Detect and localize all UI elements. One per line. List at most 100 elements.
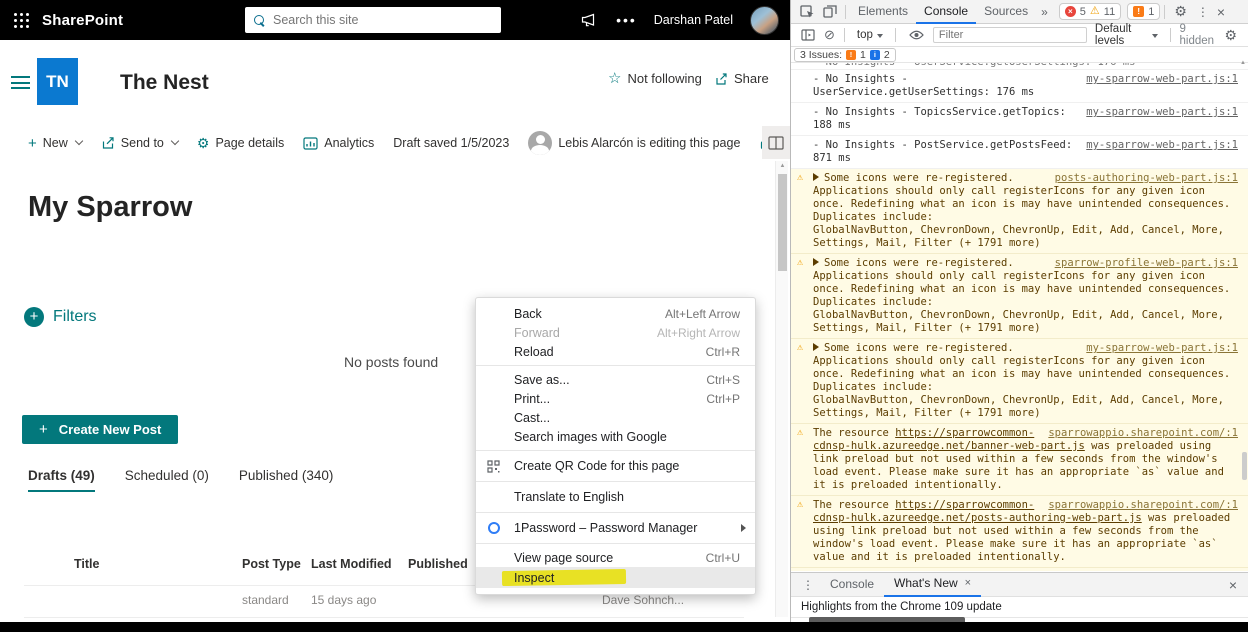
analytics-button[interactable]: Analytics: [303, 136, 374, 150]
console-warning-message: ⚠ sparrowappio.sharepoint.com/:1 The res…: [791, 568, 1248, 571]
javascript-context-select[interactable]: top: [854, 29, 886, 41]
console-message: my-sparrow-web-part.js:1 - No Insights -…: [791, 136, 1248, 169]
column-post-type[interactable]: Post Type: [242, 557, 301, 571]
source-link[interactable]: my-sparrow-web-part.js:1: [1086, 73, 1238, 86]
source-link[interactable]: sparrowappio.sharepoint.com/:1: [1048, 427, 1238, 440]
console-sidebar-icon[interactable]: [797, 29, 819, 41]
source-link[interactable]: my-sparrow-web-part.js:1: [1086, 139, 1238, 152]
megaphone-icon[interactable]: [580, 12, 599, 29]
tab-console[interactable]: Console: [916, 0, 977, 24]
menu-item-view-page-source[interactable]: View page source Ctrl+U: [476, 548, 755, 567]
warning-icon: ⚠: [797, 427, 804, 438]
menu-item-inspect[interactable]: Inspect: [476, 567, 755, 588]
send-to-button[interactable]: Send to: [101, 136, 180, 150]
console-warning-message: ⚠ sparrowappio.sharepoint.com/:1 The res…: [791, 496, 1248, 568]
source-link[interactable]: my-sparrow-web-part.js:1: [1086, 342, 1238, 355]
table-row[interactable]: standard 15 days ago Dave Sohnch...: [0, 593, 790, 609]
plus-icon: +: [28, 134, 37, 152]
column-published[interactable]: Published: [408, 557, 468, 571]
scroll-up-arrow-icon[interactable]: ▲: [1240, 60, 1246, 66]
user-avatar[interactable]: [750, 5, 779, 35]
column-last-modified[interactable]: Last Modified: [311, 557, 392, 571]
menu-item-back[interactable]: Back Alt+Left Arrow: [476, 304, 755, 323]
hub-nav-menu-icon[interactable]: [11, 76, 30, 89]
suite-app-name[interactable]: SharePoint: [42, 12, 123, 29]
more-options-icon[interactable]: •••: [616, 12, 637, 28]
1password-icon: [486, 522, 501, 534]
divider: [24, 617, 744, 618]
site-search-box[interactable]: [245, 7, 501, 33]
hidden-messages-label[interactable]: 9 hidden: [1180, 23, 1215, 47]
follow-button[interactable]: ☆ Not following: [608, 71, 702, 86]
book-pane-icon: [768, 135, 784, 150]
user-name[interactable]: Darshan Patel: [654, 13, 733, 27]
shortcut-label: Ctrl+S: [706, 372, 740, 387]
command-bar: + New Send to ⚙ Page details Analytics D…: [28, 130, 790, 156]
scrollbar-thumb[interactable]: [778, 174, 787, 271]
kebab-menu-icon[interactable]: ⋮: [1192, 5, 1214, 19]
close-drawer-icon[interactable]: ×: [1223, 577, 1243, 593]
suite-bar: SharePoint ••• Darshan Patel: [0, 0, 790, 40]
menu-item-save-as[interactable]: Save as... Ctrl+S: [476, 370, 755, 389]
tab-scheduled[interactable]: Scheduled (0): [125, 468, 209, 492]
warning-icon: ⚠: [797, 499, 804, 510]
source-link[interactable]: sparrow-profile-web-part.js:1: [1055, 257, 1238, 270]
more-tabs-icon[interactable]: »: [1036, 5, 1053, 19]
close-devtools-icon[interactable]: ×: [1214, 4, 1231, 20]
settings-gear-icon[interactable]: ⚙: [1169, 3, 1192, 20]
log-levels-select[interactable]: Default levels: [1092, 23, 1161, 47]
new-button[interactable]: + New: [28, 134, 84, 152]
menu-item-reload[interactable]: Reload Ctrl+R: [476, 342, 755, 361]
console-settings-gear-icon[interactable]: ⚙: [1219, 27, 1242, 44]
clear-console-icon[interactable]: ⊘: [824, 27, 835, 43]
site-logo[interactable]: TN: [37, 58, 78, 105]
inspect-element-icon[interactable]: [796, 4, 819, 19]
whats-new-heading: Highlights from the Chrome 109 update: [791, 598, 1248, 618]
source-link[interactable]: sparrowappio.sharepoint.com/:1: [1048, 499, 1238, 512]
toggle-device-toolbar-icon[interactable]: [819, 5, 841, 18]
column-title[interactable]: Title: [74, 557, 99, 571]
app-launcher-button[interactable]: [0, 0, 42, 40]
menu-item-create-qr-code[interactable]: Create QR Code for this page: [476, 455, 755, 477]
search-input[interactable]: [273, 13, 492, 27]
menu-item-search-images[interactable]: Search images with Google: [476, 427, 755, 446]
issue-icon: !: [1133, 6, 1145, 17]
source-link[interactable]: posts-authoring-web-part.js:1: [1055, 172, 1238, 185]
chevron-down-icon: [74, 136, 84, 146]
console-warning-message: ⚠ posts-authoring-web-part.js:1 Some ico…: [791, 169, 1248, 254]
scroll-up-arrow-icon[interactable]: ▲: [776, 163, 789, 169]
menu-item-cast[interactable]: Cast...: [476, 408, 755, 427]
console-scrollbar-thumb[interactable]: [1242, 452, 1247, 480]
menu-item-1password[interactable]: 1Password – Password Manager: [476, 517, 755, 539]
page-details-button[interactable]: ⚙ Page details: [197, 136, 284, 150]
drawer-kebab-icon[interactable]: ⋮: [796, 578, 820, 592]
eye-icon[interactable]: [905, 30, 928, 40]
star-icon: ☆: [608, 70, 622, 87]
menu-separator: [476, 365, 755, 366]
page-pane-toggle-button[interactable]: [762, 126, 790, 159]
drawer-tab-console[interactable]: Console: [820, 573, 884, 597]
filters-button[interactable]: + Filters: [24, 307, 97, 327]
coauthor-status: Lebis Alarcón is editing this page: [528, 131, 740, 155]
tab-drafts[interactable]: Drafts (49): [28, 468, 95, 492]
expand-caret-icon[interactable]: [813, 258, 819, 266]
source-link[interactable]: my-sparrow-web-part.js:1: [1086, 106, 1238, 119]
tab-elements[interactable]: Elements: [850, 0, 916, 24]
expand-caret-icon[interactable]: [813, 173, 819, 181]
tab-published[interactable]: Published (340): [239, 468, 334, 492]
console-message: my-sparrow-web-part.js:1 - No Insights -…: [791, 70, 1248, 103]
page-scrollbar[interactable]: ▲: [775, 161, 788, 617]
console-filter-input[interactable]: [932, 27, 1087, 43]
create-new-post-button[interactable]: + Create New Post: [22, 415, 179, 444]
close-tab-icon[interactable]: ×: [965, 572, 971, 595]
send-to-icon: [101, 136, 115, 150]
drawer-tab-whats-new[interactable]: What's New ×: [884, 572, 982, 597]
issues-badge[interactable]: ! 1: [1127, 3, 1161, 20]
expand-caret-icon[interactable]: [813, 343, 819, 351]
menu-item-translate[interactable]: Translate to English: [476, 486, 755, 508]
tab-sources[interactable]: Sources: [976, 0, 1036, 24]
share-site-button[interactable]: Share: [714, 71, 769, 86]
menu-item-print[interactable]: Print... Ctrl+P: [476, 389, 755, 408]
errors-warnings-badge[interactable]: × 5 ⚠ 11: [1058, 3, 1122, 20]
issues-summary-chip[interactable]: 3 Issues: ! 1 i 2: [794, 47, 896, 62]
